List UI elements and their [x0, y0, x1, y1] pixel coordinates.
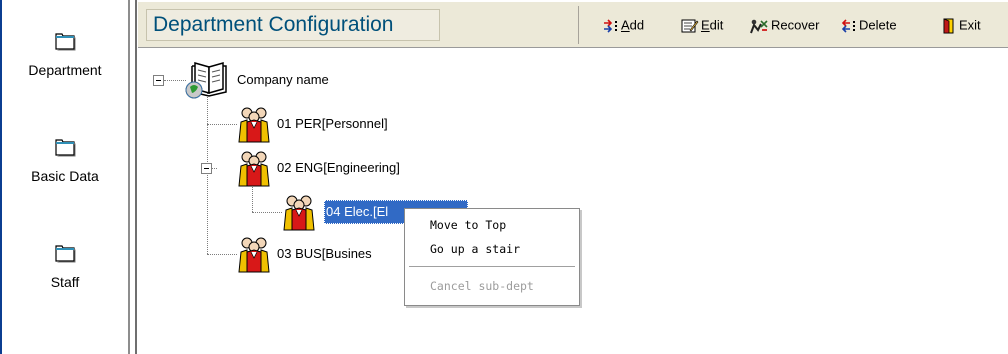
folder-icon: [55, 139, 76, 157]
tree-collapse-toggle[interactable]: [153, 75, 164, 86]
edit-icon: [681, 19, 699, 33]
sidebar-item-department[interactable]: Department: [2, 30, 128, 78]
tree-node-dept[interactable]: 01 PER[Personnel]: [275, 115, 390, 133]
department-group-icon: [238, 237, 270, 273]
delete-label: Delete: [859, 17, 897, 33]
main-left-border: [135, 0, 137, 354]
department-group-icon: [238, 107, 270, 143]
toolbar-separator: [578, 6, 579, 44]
delete-button[interactable]: Delete: [841, 15, 897, 35]
tree-connector: [252, 212, 282, 213]
header-toolbar: Department Configuration Add Edit Recove…: [138, 2, 1008, 48]
department-tree[interactable]: Company name 01 PER[Personnel] 02 ENG[En…: [138, 49, 1008, 354]
left-nav: Department Basic Data Staff: [0, 0, 130, 354]
tree-node-dept[interactable]: 02 ENG[Engineering]: [275, 159, 402, 177]
tree-connector: [207, 254, 237, 255]
recover-icon: [750, 19, 768, 33]
menu-separator: [409, 266, 575, 268]
menu-item-cancel-sub-dept: Cancel sub-dept: [430, 279, 534, 293]
department-group-icon: [283, 195, 315, 231]
add-icon: [604, 18, 617, 33]
sidebar-item-basic-data[interactable]: Basic Data: [2, 136, 128, 184]
department-group-icon: [238, 151, 270, 187]
tree-node-dept[interactable]: 03 BUS[Busines: [275, 245, 374, 263]
menu-item-go-up-a-stair[interactable]: Go up a stair: [406, 239, 578, 259]
folder-icon: [55, 33, 76, 51]
page-title: Department Configuration: [146, 9, 440, 41]
edit-accel: E: [701, 17, 710, 33]
recover-button[interactable]: Recover: [749, 15, 819, 35]
context-menu: Move to Top Go up a stair Cancel sub-dep…: [404, 208, 580, 306]
sidebar-item-staff[interactable]: Staff: [2, 242, 128, 290]
tree-connector: [207, 124, 237, 125]
exit-button[interactable]: Exit: [941, 15, 981, 35]
menu-item-move-to-top[interactable]: Move to Top: [406, 215, 578, 235]
delete-icon: [841, 18, 855, 33]
tree-collapse-toggle[interactable]: [201, 163, 212, 174]
recover-label: Recover: [771, 17, 820, 33]
sidebar-item-label: Basic Data: [31, 168, 99, 184]
add-label-rest: dd: [629, 17, 645, 33]
tree-node-root[interactable]: Company name: [235, 71, 331, 89]
add-button[interactable]: Add: [603, 15, 644, 35]
folder-icon: [55, 245, 76, 263]
sidebar-item-label: Staff: [50, 274, 80, 290]
exit-door-icon: [943, 17, 954, 34]
company-book-icon: [185, 62, 227, 99]
edit-label-rest: dit: [709, 17, 724, 33]
exit-label: Exit: [959, 17, 981, 33]
edit-button[interactable]: Edit: [681, 15, 723, 35]
sidebar-item-label: Department: [28, 62, 102, 78]
tree-connector: [164, 80, 186, 81]
left-nav-divider: [128, 0, 130, 354]
add-accel: A: [621, 17, 630, 33]
